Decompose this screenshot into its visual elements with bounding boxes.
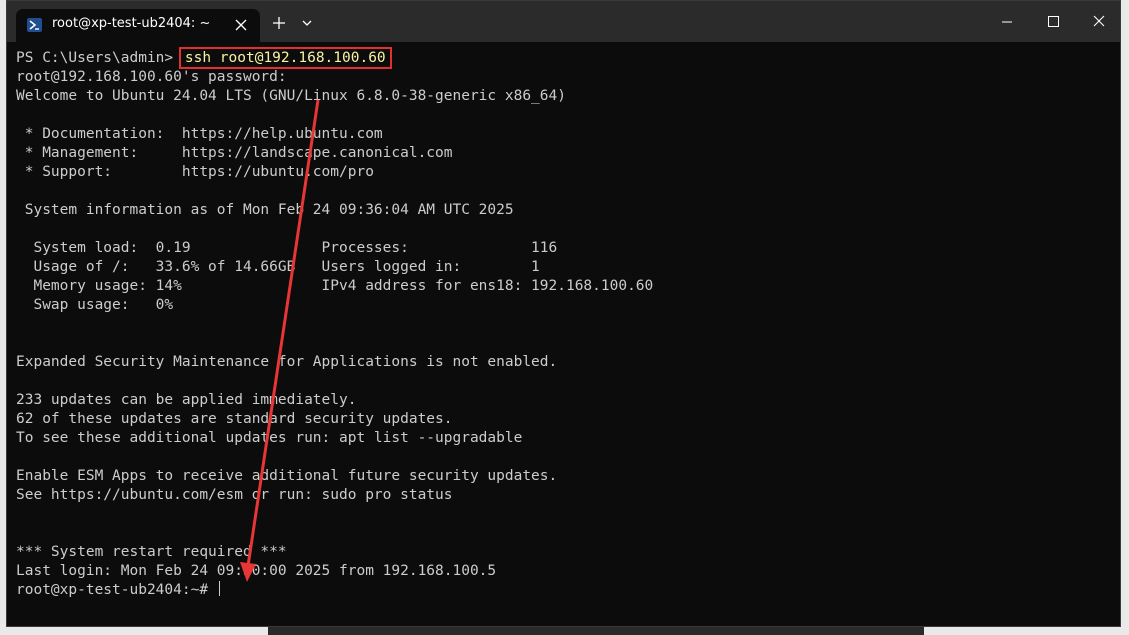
final-prompt-line[interactable]: root@xp-test-ub2404:~# (16, 581, 1120, 600)
minimize-icon[interactable] (984, 1, 1030, 42)
new-tab-plus-icon[interactable] (265, 9, 293, 37)
terminal-line: Last login: Mon Feb 24 09:30:00 2025 fro… (16, 563, 497, 579)
text-cursor (218, 581, 220, 596)
tab-close-icon[interactable] (230, 14, 252, 36)
powershell-icon (27, 18, 42, 32)
terminal-line: Enable ESM Apps to receive additional fu… (16, 468, 558, 484)
terminal-line: 233 updates can be applied immediately. (16, 392, 357, 408)
tab-title: root@xp-test-ub2404: ~ (52, 16, 211, 31)
terminal-line: Memory usage: 14% IPv4 address for ens18… (16, 278, 654, 294)
terminal-line: To see these additional updates run: apt… (16, 430, 523, 446)
terminal-line: * Documentation: https://help.ubuntu.com (16, 126, 383, 142)
close-icon[interactable] (1076, 1, 1120, 42)
maximize-icon[interactable] (1030, 1, 1076, 42)
background-window-strip (268, 627, 924, 635)
terminal-line: Welcome to Ubuntu 24.04 LTS (GNU/Linux 6… (16, 88, 566, 104)
terminal-line: Expanded Security Maintenance for Applic… (16, 354, 558, 370)
terminal-line: * Support: https://ubuntu.com/pro (16, 164, 374, 180)
terminal-line: * Management: https://landscape.canonica… (16, 145, 453, 161)
terminal-line: Swap usage: 0% (16, 297, 174, 313)
terminal-line: System information as of Mon Feb 24 09:3… (16, 202, 514, 218)
shell-prompt: root@xp-test-ub2404:~# (16, 582, 217, 598)
terminal-line: *** System restart required *** (16, 544, 287, 560)
terminal-line: 62 of these updates are standard securit… (16, 411, 453, 427)
terminal-line: System load: 0.19 Processes: 116 (16, 240, 558, 256)
terminal-output[interactable]: PS C:\Users\admin> ssh root@192.168.100.… (16, 47, 1120, 626)
command-line: PS C:\Users\admin> ssh root@192.168.100.… (16, 47, 1120, 69)
chevron-down-icon[interactable] (296, 9, 318, 37)
terminal-line: Usage of /: 33.6% of 14.66GB Users logge… (16, 259, 540, 275)
terminal-window: root@xp-test-ub2404: ~ PS C:\Users\admin… (6, 0, 1121, 627)
title-bar: root@xp-test-ub2404: ~ (7, 1, 1120, 42)
ps-prompt: PS C:\Users\admin> (16, 50, 182, 66)
terminal-line: See https://ubuntu.com/esm or run: sudo … (16, 487, 453, 503)
ssh-command: ssh root@192.168.100.60 (178, 47, 392, 69)
terminal-line: root@192.168.100.60's password: (16, 69, 287, 85)
terminal-lines: root@192.168.100.60's password: Welcome t… (16, 68, 1120, 581)
tab-active[interactable]: root@xp-test-ub2404: ~ (16, 9, 260, 42)
